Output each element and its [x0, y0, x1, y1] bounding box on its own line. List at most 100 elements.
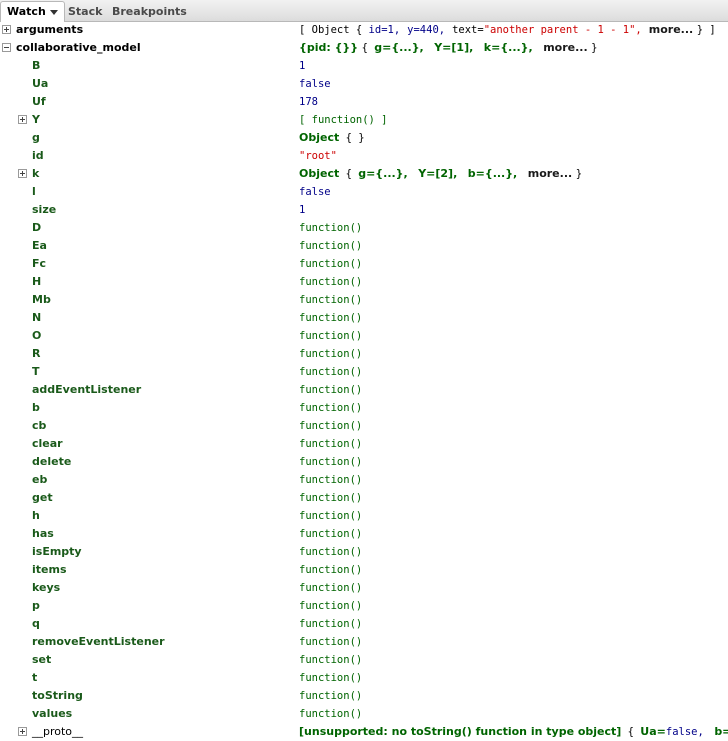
tree-row-function[interactable]: Mb function(): [0, 291, 728, 309]
tree-row-function[interactable]: delete function(): [0, 453, 728, 471]
row-value[interactable]: function(): [299, 597, 728, 615]
row-value[interactable]: function(): [299, 489, 728, 507]
tree-row-function[interactable]: t function(): [0, 669, 728, 687]
row-value[interactable]: function(): [299, 417, 728, 435]
tree-row-function[interactable]: get function(): [0, 489, 728, 507]
tree-row-function[interactable]: clear function(): [0, 435, 728, 453]
tree-row-g[interactable]: g Object { }: [0, 129, 728, 147]
tree-row-function[interactable]: h function(): [0, 507, 728, 525]
row-value[interactable]: function(): [299, 471, 728, 489]
row-value[interactable]: function(): [299, 237, 728, 255]
tree-row-function[interactable]: Nfunction(): [0, 309, 728, 327]
tree-row-function[interactable]: Fc function(): [0, 255, 728, 273]
row-value[interactable]: function(): [299, 561, 728, 579]
row-value[interactable]: function(): [299, 615, 728, 633]
function-rows: Dfunction() Ea function() Fc function() Hf…: [0, 219, 728, 723]
row-name: Ea: [32, 239, 47, 252]
tree-row-function[interactable]: addEventListener function(): [0, 381, 728, 399]
row-name: arguments: [16, 23, 84, 36]
row-value[interactable]: function(): [299, 219, 728, 237]
tree-row-B[interactable]: B 1: [0, 57, 728, 75]
row-value[interactable]: function(): [299, 453, 728, 471]
row-name: R: [32, 347, 41, 360]
row-name: t: [32, 671, 38, 684]
tree-row-function[interactable]: Ea function(): [0, 237, 728, 255]
row-name: N: [32, 311, 42, 324]
tree-row-function[interactable]: p function(): [0, 597, 728, 615]
row-value[interactable]: function(): [299, 381, 728, 399]
tree-row-collaborative-model[interactable]: collaborative_model {pid: {}} { g={...},…: [0, 39, 728, 57]
collapse-icon[interactable]: [2, 43, 11, 52]
row-value[interactable]: function(): [299, 633, 728, 651]
tree-row-function[interactable]: has function(): [0, 525, 728, 543]
row-value[interactable]: function(): [299, 273, 728, 291]
tree-row-function[interactable]: values function(): [0, 705, 728, 723]
tree-row-k[interactable]: k Object { g={...}, Y=[2], b={...}, more…: [0, 165, 728, 183]
tab-watch[interactable]: Watch: [0, 1, 65, 22]
chevron-down-icon[interactable]: [49, 9, 58, 15]
row-value[interactable]: [ function() ]: [299, 111, 728, 129]
tree-row-Uf[interactable]: Uf 178: [0, 93, 728, 111]
tree-row-function[interactable]: cb function(): [0, 417, 728, 435]
row-value[interactable]: function(): [299, 399, 728, 417]
tree-row-proto[interactable]: __proto__ [unsupported: no toString() fu…: [0, 723, 728, 741]
tree-row-function[interactable]: Ofunction(): [0, 327, 728, 345]
row-name: keys: [32, 581, 61, 594]
expand-icon[interactable]: [18, 169, 27, 178]
tree-row-Ua[interactable]: Ua false: [0, 75, 728, 93]
tab-breakpoints[interactable]: Breakpoints: [106, 3, 193, 22]
tree-row-function[interactable]: eb function(): [0, 471, 728, 489]
tab-stack[interactable]: Stack: [62, 3, 108, 22]
row-value[interactable]: function(): [299, 435, 728, 453]
row-value[interactable]: function(): [299, 345, 728, 363]
row-name: D: [32, 221, 42, 234]
tree-row-function[interactable]: isEmpty function(): [0, 543, 728, 561]
row-value[interactable]: function(): [299, 255, 728, 273]
row-name: items: [32, 563, 67, 576]
expand-icon[interactable]: [18, 727, 27, 736]
tree-row-function[interactable]: Rfunction(): [0, 345, 728, 363]
row-value[interactable]: function(): [299, 669, 728, 687]
row-name: O: [32, 329, 42, 342]
row-value[interactable]: [ Object { id=1, y=440, text="another pa…: [299, 21, 728, 39]
row-value[interactable]: function(): [299, 309, 728, 327]
row-value[interactable]: Object { }: [299, 129, 728, 147]
tree-row-function[interactable]: removeEventListener function(): [0, 633, 728, 651]
tree-row-function[interactable]: b function(): [0, 399, 728, 417]
row-value[interactable]: function(): [299, 363, 728, 381]
tree-row-function[interactable]: items function(): [0, 561, 728, 579]
row-value[interactable]: [unsupported: no toString() function in …: [299, 723, 728, 741]
row-value: 1: [299, 60, 306, 72]
row-name: Fc: [32, 257, 47, 270]
tree-row-Y[interactable]: Y [ function() ]: [0, 111, 728, 129]
tree-row-l[interactable]: l false: [0, 183, 728, 201]
tree-row-function[interactable]: Hfunction(): [0, 273, 728, 291]
tree-row-function[interactable]: set function(): [0, 651, 728, 669]
tree-row-function[interactable]: Dfunction(): [0, 219, 728, 237]
row-value[interactable]: function(): [299, 291, 728, 309]
tree-row-function[interactable]: q function(): [0, 615, 728, 633]
row-name: Uf: [32, 95, 46, 108]
tree-row-id[interactable]: id "root": [0, 147, 728, 165]
row-value[interactable]: function(): [299, 579, 728, 597]
tree-row-function[interactable]: Tfunction(): [0, 363, 728, 381]
row-value[interactable]: function(): [299, 687, 728, 705]
tab-stack-label: Stack: [68, 5, 103, 18]
expand-icon[interactable]: [2, 25, 11, 34]
row-value: false: [299, 78, 331, 90]
row-value[interactable]: {pid: {}} { g={...}, Y=[1], k={...}, mor…: [299, 39, 728, 57]
tree-row-function[interactable]: toString function(): [0, 687, 728, 705]
tree-row-size[interactable]: size 1: [0, 201, 728, 219]
row-name: q: [32, 617, 40, 630]
row-name: removeEventListener: [32, 635, 165, 648]
row-value[interactable]: function(): [299, 327, 728, 345]
row-value[interactable]: Object { g={...}, Y=[2], b={...}, more..…: [299, 165, 728, 183]
row-value[interactable]: function(): [299, 507, 728, 525]
tree-row-arguments[interactable]: arguments [ Object { id=1, y=440, text="…: [0, 21, 728, 39]
row-value[interactable]: function(): [299, 705, 728, 723]
expand-icon[interactable]: [18, 115, 27, 124]
row-value[interactable]: function(): [299, 543, 728, 561]
row-value[interactable]: function(): [299, 525, 728, 543]
tree-row-function[interactable]: keys function(): [0, 579, 728, 597]
row-value[interactable]: function(): [299, 651, 728, 669]
